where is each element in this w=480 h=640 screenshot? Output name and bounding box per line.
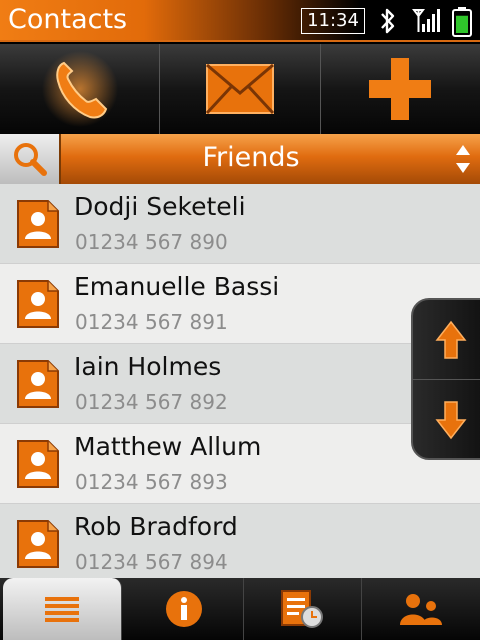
contact-row[interactable]: Matthew Allum 01234 567 893	[0, 424, 480, 504]
arrow-up-icon	[435, 320, 467, 359]
contact-list: Dodji Seketeli 01234 567 890 Emanuelle B…	[0, 184, 480, 578]
app-title: Contacts	[8, 4, 128, 35]
group-label: Friends	[202, 142, 300, 173]
list-icon	[44, 597, 79, 622]
contact-row[interactable]: Iain Holmes 01234 567 892	[0, 344, 480, 424]
add-contact-button[interactable]	[321, 44, 480, 134]
contact-name: Matthew Allum	[74, 432, 262, 461]
message-button[interactable]	[160, 44, 321, 134]
contact-phone: 01234 567 890	[75, 230, 228, 254]
signal-icon	[412, 9, 440, 32]
contact-card-icon	[17, 200, 59, 248]
contact-name: Rob Bradford	[74, 512, 238, 541]
contact-name: Emanuelle Bassi	[74, 272, 280, 301]
scroll-up-button[interactable]	[413, 300, 480, 380]
contact-phone: 01234 567 891	[75, 310, 228, 334]
tab-groups[interactable]	[362, 578, 480, 640]
info-icon	[165, 591, 202, 627]
bluetooth-icon	[381, 8, 395, 34]
tab-list[interactable]	[3, 578, 122, 640]
scroll-down-button[interactable]	[413, 380, 480, 460]
contact-card-icon	[17, 520, 59, 568]
contact-card-icon	[17, 440, 59, 488]
envelope-icon	[205, 63, 275, 115]
contact-name: Dodji Seketeli	[74, 192, 246, 221]
tab-info[interactable]	[125, 578, 244, 640]
phone-icon	[41, 51, 118, 127]
contact-row[interactable]: Emanuelle Bassi 01234 567 891	[0, 264, 480, 344]
clock: 11:34	[301, 8, 365, 34]
contact-phone: 01234 567 892	[75, 390, 228, 414]
call-button[interactable]	[0, 44, 161, 134]
contact-name: Iain Holmes	[74, 352, 222, 381]
contact-phone: 01234 567 894	[75, 550, 228, 574]
up-down-arrows-icon[interactable]	[454, 143, 472, 175]
group-selector[interactable]: Friends	[0, 134, 480, 184]
arrow-down-icon	[435, 401, 467, 440]
tab-history[interactable]	[244, 578, 363, 640]
battery-icon	[452, 7, 472, 37]
contact-row[interactable]: Dodji Seketeli 01234 567 890	[0, 184, 480, 264]
scroll-control	[411, 298, 480, 460]
search-icon	[13, 143, 47, 176]
plus-icon	[369, 58, 432, 120]
tab-bar	[0, 578, 480, 640]
contact-card-icon	[17, 280, 59, 328]
search-button[interactable]	[0, 134, 61, 184]
contact-card-icon	[17, 360, 59, 408]
contact-phone: 01234 567 893	[75, 470, 228, 494]
action-bar	[0, 44, 480, 134]
title-bar: Contacts 11:34	[0, 0, 480, 42]
groups-icon	[400, 594, 443, 625]
contact-row[interactable]: Rob Bradford 01234 567 894	[0, 504, 480, 578]
history-icon	[281, 590, 324, 628]
